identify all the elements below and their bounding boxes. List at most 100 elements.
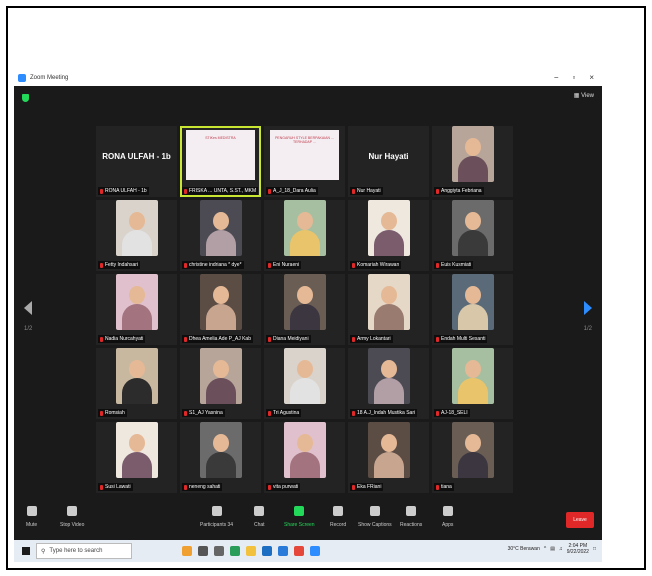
chrome-icon[interactable] [294,546,304,556]
participant-tile[interactable]: Eka FRiani [348,422,429,493]
stop-video-button[interactable]: Stop Video [60,506,84,528]
participant-tile[interactable]: RONA ULFAH - 1b RONA ULFAH - 1b [96,126,177,197]
participant-tile[interactable]: STIKes MEDISTRA FRISKA ... UNTA, S.ST., M… [180,126,261,197]
participant-tile[interactable]: PENGARUH STYLE BERPAKAIAN ... TERHADAP .… [264,126,345,197]
participant-grid: RONA ULFAH - 1b RONA ULFAH - 1b STIKes MED… [96,126,516,493]
chat-button[interactable]: Chat [254,506,265,528]
participant-tile[interactable]: Nadia Nurcahyati [96,274,177,345]
network-icon[interactable]: ▤ [550,546,555,552]
participant-name: FRISKA ... UNTA, S.ST., MKM [189,188,257,194]
participant-name: A_J_18_Dara Aulia [273,188,316,194]
participant-name: neneng sahati [189,484,221,490]
participant-tile[interactable]: christine indriana * dye* [180,200,261,271]
word-icon[interactable] [278,546,288,556]
leave-button[interactable]: Leave [566,512,594,528]
share-screen-icon [294,506,305,516]
muted-mic-icon [268,336,271,342]
participant-video [283,348,326,404]
next-page-arrow-icon[interactable] [584,301,592,315]
mute-button[interactable]: Mute [26,506,37,528]
participant-face [128,360,145,378]
participant-body [121,378,152,404]
muted-mic-icon [352,336,355,342]
participant-tile[interactable]: vita purwati [264,422,345,493]
zoom-taskbar-icon[interactable] [310,546,320,556]
participant-tile[interactable]: Eni Nuraeni [264,200,345,271]
cortana-icon[interactable] [198,546,208,556]
minimize-button[interactable]: − [554,73,559,82]
apps-icon [442,506,453,516]
edge-icon[interactable] [230,546,240,556]
apps-button[interactable]: Apps [442,506,453,528]
muted-mic-icon [268,484,271,490]
participant-video [367,348,410,404]
participant-body [121,452,152,478]
participant-tile[interactable]: Romsiah [96,348,177,419]
windows-start-icon[interactable] [22,547,30,555]
search-placeholder: Type here to search [49,548,103,554]
muted-mic-icon [436,262,439,268]
taskbar-search-box[interactable]: ⚲ Type here to search [36,543,132,559]
participant-face [380,434,397,452]
participant-tile[interactable]: AJ-18_SELI [432,348,513,419]
participant-tile[interactable]: neneng sahati [180,422,261,493]
record-button[interactable]: Record [330,506,346,528]
participant-video [115,422,158,478]
participant-name-tag: Diana Meidiyani [266,335,311,343]
share-screen-button[interactable]: Share Screen [284,506,315,528]
participant-tile[interactable]: Endah Multi Sesanti [432,274,513,345]
participant-name-tag: vita purwati [266,483,301,491]
participant-face [296,286,313,304]
close-button[interactable]: × [589,73,594,82]
tray-chevron-icon[interactable]: ^ [544,546,546,552]
show-captions-button[interactable]: Show Captions [358,506,392,528]
view-button[interactable]: ▦ View [574,92,594,99]
participant-name-tag: christine indriana * dye* [182,261,244,269]
widgets-icon[interactable] [182,546,192,556]
notifications-icon[interactable]: □ [593,546,596,552]
participant-face [212,286,229,304]
muted-mic-icon [352,410,355,416]
participant-tile[interactable]: Dhea Amelia Ade P_AJ Kab [180,274,261,345]
participant-tile[interactable]: 18 A.J_Indah Mustika Sari [348,348,429,419]
participant-video [115,274,158,330]
participant-video [451,200,494,256]
muted-mic-icon [184,410,187,416]
previous-page-arrow-icon[interactable] [24,301,32,315]
participant-tile[interactable]: Komariah Wirawan [348,200,429,271]
participant-tile[interactable]: Euis Kusmiati [432,200,513,271]
weather-status[interactable]: 30°C Berawan [508,546,540,552]
participant-tile[interactable]: Anggiyta Febriana [432,126,513,197]
reactions-button[interactable]: Reactions [400,506,422,528]
store-icon[interactable] [262,546,272,556]
participant-tile[interactable]: Susi Lawati [96,422,177,493]
participant-body [457,378,488,404]
maximize-button[interactable]: ▫ [572,73,575,82]
file-explorer-icon[interactable] [246,546,256,556]
participant-tile[interactable]: Nur Hayati Nur Hayati [348,126,429,197]
participant-tile[interactable]: Diana Meidiyani [264,274,345,345]
system-tray: 30°C Berawan ^ ▤ ♫ 2:04 PM 9/22/2022 □ [508,543,596,555]
muted-mic-icon [436,188,439,194]
participant-face [128,286,145,304]
participant-body [289,378,320,404]
volume-icon[interactable]: ♫ [559,546,563,552]
participant-body [457,304,488,330]
participants-button[interactable]: Participants 34 [200,506,233,528]
participant-name: Tri Agustina [273,410,300,416]
taskbar-clock[interactable]: 2:04 PM 9/22/2022 [567,543,589,555]
participant-tile[interactable]: S1_AJ Yasnina [180,348,261,419]
participant-tile[interactable]: Army Lokantari [348,274,429,345]
task-view-icon[interactable] [214,546,224,556]
participant-tile[interactable]: Fetty Indahsari [96,200,177,271]
participant-tile[interactable]: Tri Agustina [264,348,345,419]
participant-video [367,200,410,256]
security-shield-icon[interactable] [22,94,29,102]
participant-name: Euis Kusmiati [441,262,472,268]
participant-name-tag: Army Lokantari [350,335,393,343]
muted-mic-icon [100,336,103,342]
participant-tile[interactable]: tiana [432,422,513,493]
participant-name: Eka FRiani [357,484,382,490]
muted-mic-icon [352,484,355,490]
muted-mic-icon [436,484,439,490]
